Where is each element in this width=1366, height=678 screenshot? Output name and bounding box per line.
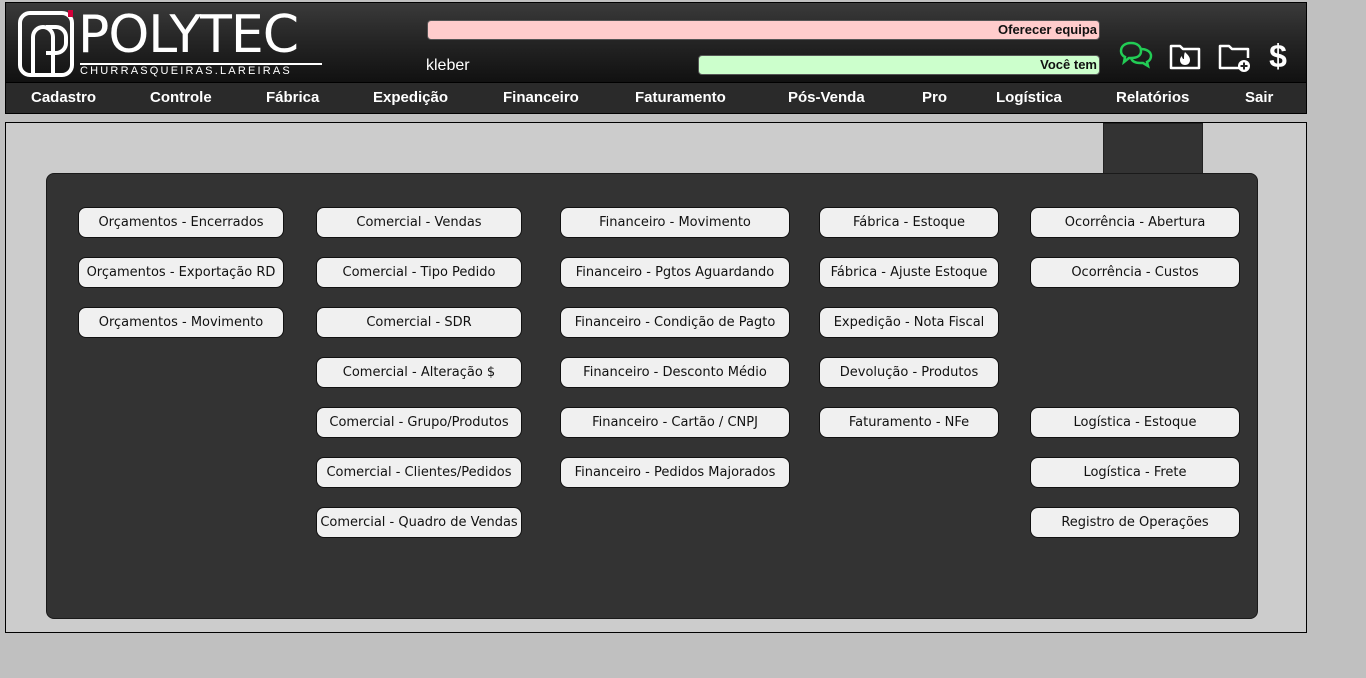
ticker-alert-green[interactable]: Você tem — [698, 55, 1100, 75]
header-bar: POLYTEC CHURRASQUEIRAS.LAREIRAS Oferecer… — [5, 2, 1307, 83]
menu-button-expedicao-nota-fiscal[interactable]: Expedição - Nota Fiscal — [819, 307, 999, 338]
menu-button-comercial-vendas[interactable]: Comercial - Vendas — [316, 207, 522, 238]
menu-button-comercial-alteracao[interactable]: Comercial - Alteração $ — [316, 357, 522, 388]
menu-button-orcamentos-movimento[interactable]: Orçamentos - Movimento — [78, 307, 284, 338]
nav-item-relatorios[interactable]: Relatórios — [1116, 83, 1189, 113]
menu-button-financeiro-pedidos-majorados[interactable]: Financeiro - Pedidos Majorados — [560, 457, 790, 488]
nav-item-pos-venda[interactable]: Pós-Venda — [788, 83, 865, 113]
reports-menu-panel: Orçamentos - Encerrados Orçamentos - Exp… — [46, 173, 1258, 619]
menu-button-logistica-estoque[interactable]: Logística - Estoque — [1030, 407, 1240, 438]
menu-button-financeiro-movimento[interactable]: Financeiro - Movimento — [560, 207, 790, 238]
menu-button-comercial-quadro-de-vendas[interactable]: Comercial - Quadro de Vendas — [316, 507, 522, 538]
menu-button-fabrica-ajuste-estoque[interactable]: Fábrica - Ajuste Estoque — [819, 257, 999, 288]
menu-button-comercial-sdr[interactable]: Comercial - SDR — [316, 307, 522, 338]
polytec-logo[interactable]: POLYTEC CHURRASQUEIRAS.LAREIRAS — [18, 5, 323, 79]
username-label: kleber — [426, 57, 470, 74]
brand-subtitle: CHURRASQUEIRAS.LAREIRAS — [80, 63, 322, 77]
logo-mark-icon — [18, 11, 74, 77]
ticker-alert-red[interactable]: Oferecer equipa — [427, 20, 1100, 40]
nav-item-pro[interactable]: Pro — [922, 83, 947, 113]
menu-button-orcamentos-encerrados[interactable]: Orçamentos - Encerrados — [78, 207, 284, 238]
content-frame: Orçamentos - Encerrados Orçamentos - Exp… — [5, 122, 1307, 633]
folder-fire-icon[interactable] — [1168, 39, 1202, 73]
menu-button-logistica-frete[interactable]: Logística - Frete — [1030, 457, 1240, 488]
menu-button-financeiro-pgtos-aguardando[interactable]: Financeiro - Pgtos Aguardando — [560, 257, 790, 288]
nav-item-fabrica[interactable]: Fábrica — [266, 83, 319, 113]
chat-icon[interactable] — [1119, 39, 1153, 73]
menu-button-comercial-grupo-produtos[interactable]: Comercial - Grupo/Produtos — [316, 407, 522, 438]
menu-button-devolucao-produtos[interactable]: Devolução - Produtos — [819, 357, 999, 388]
main-nav: Cadastro Controle Fábrica Expedição Fina… — [5, 83, 1307, 114]
menu-button-orcamentos-exportacao-rd[interactable]: Orçamentos - Exportação RD — [78, 257, 284, 288]
menu-button-comercial-clientes-pedidos[interactable]: Comercial - Clientes/Pedidos — [316, 457, 522, 488]
nav-item-financeiro[interactable]: Financeiro — [503, 83, 579, 113]
nav-item-controle[interactable]: Controle — [150, 83, 212, 113]
menu-button-ocorrencia-abertura[interactable]: Ocorrência - Abertura — [1030, 207, 1240, 238]
dollar-icon[interactable]: $ — [1266, 39, 1290, 73]
brand-name: POLYTEC — [78, 5, 299, 65]
menu-button-faturamento-nfe[interactable]: Faturamento - NFe — [819, 407, 999, 438]
menu-button-financeiro-desconto-medio[interactable]: Financeiro - Desconto Médio — [560, 357, 790, 388]
nav-item-faturamento[interactable]: Faturamento — [635, 83, 726, 113]
nav-item-logistica[interactable]: Logística — [996, 83, 1062, 113]
menu-button-comercial-tipo-pedido[interactable]: Comercial - Tipo Pedido — [316, 257, 522, 288]
menu-button-fabrica-estoque[interactable]: Fábrica - Estoque — [819, 207, 999, 238]
menu-button-ocorrencia-custos[interactable]: Ocorrência - Custos — [1030, 257, 1240, 288]
logo-accent-dot — [68, 10, 73, 17]
nav-item-cadastro[interactable]: Cadastro — [31, 83, 96, 113]
relatorios-tab-indicator — [1103, 123, 1203, 175]
menu-button-financeiro-cartao-cnpj[interactable]: Financeiro - Cartão / CNPJ — [560, 407, 790, 438]
folder-add-icon[interactable] — [1217, 39, 1251, 73]
menu-button-financeiro-condicao-de-pagto[interactable]: Financeiro - Condição de Pagto — [560, 307, 790, 338]
nav-item-sair[interactable]: Sair — [1245, 83, 1273, 113]
menu-button-registro-de-operacoes[interactable]: Registro de Operações — [1030, 507, 1240, 538]
nav-item-expedicao[interactable]: Expedição — [373, 83, 448, 113]
